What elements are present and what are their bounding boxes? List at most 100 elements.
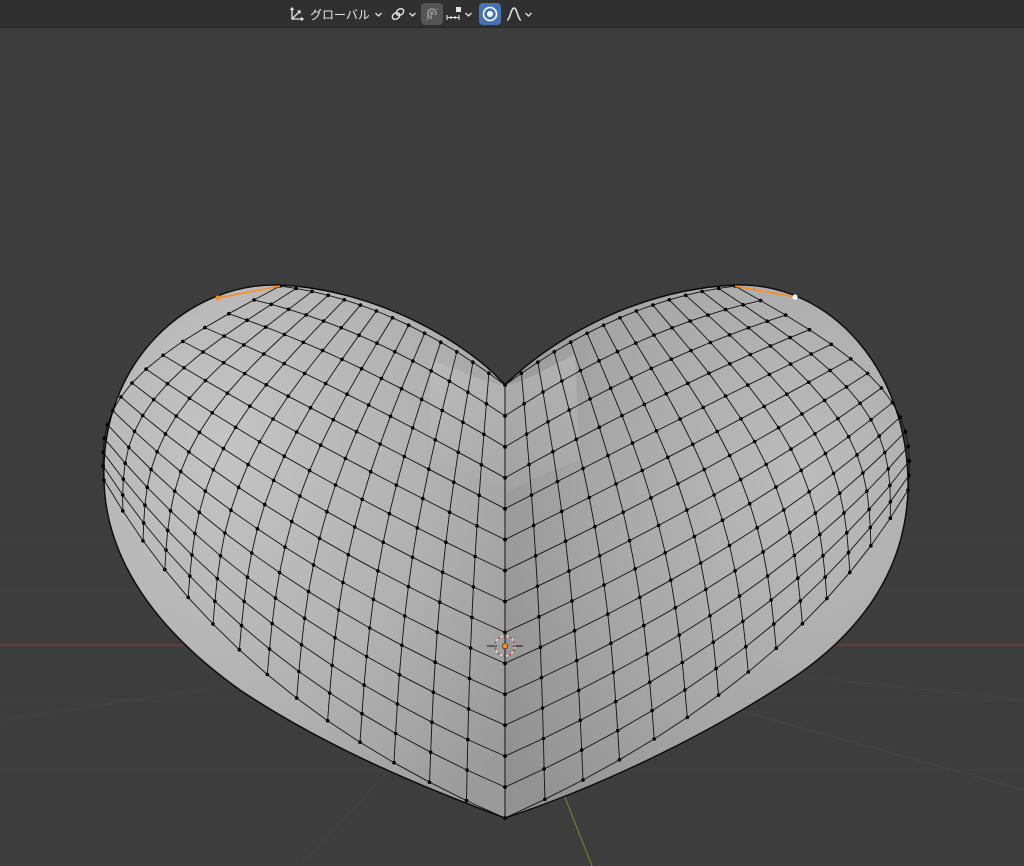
- mesh-vertex[interactable]: [394, 483, 399, 487]
- mesh-vertex[interactable]: [529, 493, 534, 497]
- mesh-vertex[interactable]: [364, 654, 369, 659]
- mesh-vertex[interactable]: [381, 540, 386, 544]
- mesh-vertex[interactable]: [686, 381, 690, 386]
- mesh-vertex[interactable]: [716, 286, 721, 291]
- mesh-vertex[interactable]: [419, 397, 424, 402]
- mesh-vertex[interactable]: [358, 303, 363, 307]
- mesh-vertex[interactable]: [197, 430, 202, 435]
- mesh-vertex[interactable]: [229, 508, 233, 512]
- mesh-vertex[interactable]: [440, 570, 445, 574]
- mesh-vertex[interactable]: [257, 440, 262, 444]
- mesh-vertex[interactable]: [264, 383, 269, 387]
- mesh-vertex[interactable]: [197, 510, 202, 515]
- mesh-vertex[interactable]: [327, 691, 332, 695]
- mesh-vertex[interactable]: [807, 327, 812, 332]
- mesh-vertex[interactable]: [397, 672, 402, 677]
- mesh-vertex[interactable]: [172, 489, 177, 494]
- mesh-vertex[interactable]: [193, 531, 197, 536]
- mesh-vertex[interactable]: [806, 380, 811, 385]
- mesh-vertex[interactable]: [861, 471, 865, 475]
- mesh-vertex[interactable]: [482, 432, 486, 437]
- mesh-vertex[interactable]: [294, 696, 299, 700]
- mesh-vertex[interactable]: [239, 623, 244, 628]
- mesh-vertex[interactable]: [503, 785, 507, 789]
- mesh-vertex[interactable]: [867, 507, 871, 512]
- mesh-vertex[interactable]: [178, 469, 183, 474]
- mesh-vertex[interactable]: [723, 307, 728, 312]
- mesh-vertex[interactable]: [597, 425, 602, 430]
- mesh-vertex[interactable]: [203, 489, 208, 493]
- pivot-point-dropdown[interactable]: [386, 3, 418, 25]
- mesh-vertex[interactable]: [785, 392, 789, 397]
- mesh-vertex[interactable]: [618, 316, 622, 320]
- mesh-vertex[interactable]: [299, 643, 304, 647]
- mesh-vertex[interactable]: [617, 758, 622, 762]
- mesh-vertex[interactable]: [642, 402, 647, 407]
- mesh-vertex[interactable]: [503, 692, 507, 697]
- mesh-vertex[interactable]: [762, 404, 766, 409]
- mesh-vertex[interactable]: [400, 643, 404, 648]
- mesh-vertex[interactable]: [597, 554, 602, 558]
- mesh-vertex[interactable]: [464, 798, 469, 803]
- mesh-vertex[interactable]: [471, 585, 476, 589]
- mesh-vertex[interactable]: [121, 509, 125, 513]
- mesh-vertex[interactable]: [669, 578, 673, 582]
- mesh-vertex[interactable]: [869, 417, 873, 422]
- mesh-vertex[interactable]: [151, 397, 156, 402]
- mesh-vertex[interactable]: [140, 413, 145, 418]
- mesh-vertex[interactable]: [792, 553, 797, 558]
- mesh-vertex[interactable]: [201, 350, 205, 354]
- mesh-vertex[interactable]: [702, 467, 706, 472]
- mesh-vertex[interactable]: [692, 534, 697, 539]
- mesh-vertex[interactable]: [567, 408, 571, 412]
- mesh-vertex[interactable]: [236, 485, 241, 490]
- mesh-vertex[interactable]: [680, 660, 685, 665]
- mesh-vertex[interactable]: [297, 669, 301, 674]
- mesh-vertex[interactable]: [203, 325, 207, 330]
- mesh-vertex[interactable]: [865, 371, 870, 376]
- mesh-vertex[interactable]: [846, 550, 851, 555]
- mesh-vertex[interactable]: [633, 567, 637, 571]
- mesh-vertex[interactable]: [746, 670, 751, 674]
- mesh-vertex[interactable]: [225, 391, 230, 396]
- mesh-vertex[interactable]: [627, 538, 632, 543]
- mesh-vertex[interactable]: [246, 462, 250, 467]
- mesh-vertex[interactable]: [551, 449, 555, 454]
- mesh-vertex[interactable]: [440, 408, 445, 413]
- mesh-vertex[interactable]: [221, 446, 226, 451]
- mesh-vertex[interactable]: [399, 386, 404, 391]
- mesh-vertex[interactable]: [683, 293, 688, 298]
- mesh-vertex[interactable]: [798, 599, 803, 603]
- heart-mesh[interactable]: [101, 284, 912, 820]
- mesh-vertex[interactable]: [651, 303, 655, 307]
- mesh-vertex[interactable]: [221, 360, 226, 365]
- mesh-vertex[interactable]: [737, 594, 742, 598]
- mesh-vertex[interactable]: [422, 331, 427, 336]
- mesh-vertex[interactable]: [168, 509, 173, 513]
- mesh-vertex[interactable]: [503, 599, 507, 604]
- mesh-vertex[interactable]: [789, 447, 793, 451]
- mesh-vertex[interactable]: [163, 432, 168, 436]
- mesh-vertex[interactable]: [678, 417, 682, 421]
- mesh-vertex[interactable]: [392, 760, 396, 765]
- mesh-vertex[interactable]: [560, 379, 564, 383]
- mesh-vertex[interactable]: [263, 325, 268, 329]
- mesh-vertex[interactable]: [588, 397, 592, 401]
- mesh-vertex[interactable]: [848, 570, 852, 575]
- mesh-vertex[interactable]: [720, 518, 725, 522]
- mesh-vertex[interactable]: [452, 480, 456, 485]
- mesh-vertex[interactable]: [245, 318, 249, 323]
- mesh-vertex[interactable]: [360, 497, 365, 502]
- mesh-vertex[interactable]: [691, 442, 695, 447]
- mesh-vertex[interactable]: [393, 350, 397, 354]
- mesh-vertex[interactable]: [563, 539, 568, 543]
- mesh-vertex[interactable]: [130, 381, 134, 385]
- mesh-vertex[interactable]: [503, 537, 507, 542]
- mesh-vertex[interactable]: [223, 531, 227, 535]
- mesh-vertex[interactable]: [141, 521, 146, 525]
- mesh-vertex[interactable]: [343, 456, 348, 461]
- mesh-vertex[interactable]: [286, 307, 291, 312]
- mesh-vertex[interactable]: [543, 797, 547, 802]
- mesh-vertex[interactable]: [430, 720, 434, 724]
- mesh-vertex[interactable]: [666, 455, 670, 460]
